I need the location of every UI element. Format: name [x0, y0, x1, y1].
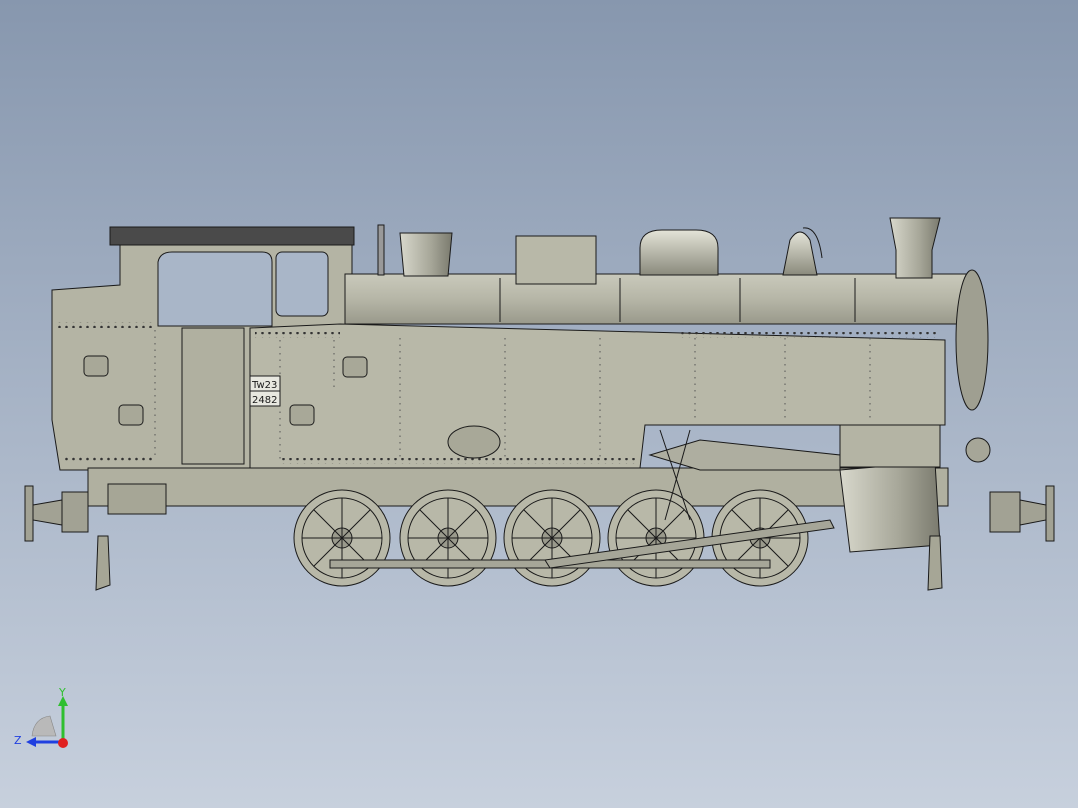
rear-buffer	[24, 485, 89, 542]
headlamp	[782, 231, 818, 276]
front-buffer	[989, 485, 1055, 542]
chimney	[889, 217, 941, 279]
z-axis-label: Z	[14, 734, 22, 747]
x-axis-point	[58, 738, 68, 748]
boiler	[344, 273, 976, 325]
y-axis-label: Y	[58, 686, 66, 699]
washout-hatch	[447, 425, 501, 459]
valve-gear	[648, 439, 841, 471]
cad-viewport[interactable]: Tw23 2482 Y Z	[0, 0, 1078, 808]
locomotive-model[interactable]: Tw23 2482	[0, 0, 1078, 808]
frame	[87, 467, 949, 507]
sandbox	[399, 232, 453, 277]
cylinder	[839, 461, 941, 553]
steam-dome-cover	[515, 235, 597, 285]
cab-roof	[109, 226, 355, 246]
cab-doorway	[157, 251, 273, 327]
view-orientation-triad-icon: Y Z	[14, 686, 68, 748]
whistle-stand	[377, 224, 385, 276]
cab-door	[181, 327, 245, 465]
steam-dome	[639, 229, 719, 276]
number-plate-line1: Tw23	[251, 380, 277, 391]
number-plate-line2: 2482	[252, 395, 277, 406]
cab-front-window	[275, 251, 329, 317]
smokebox-door	[955, 269, 989, 411]
